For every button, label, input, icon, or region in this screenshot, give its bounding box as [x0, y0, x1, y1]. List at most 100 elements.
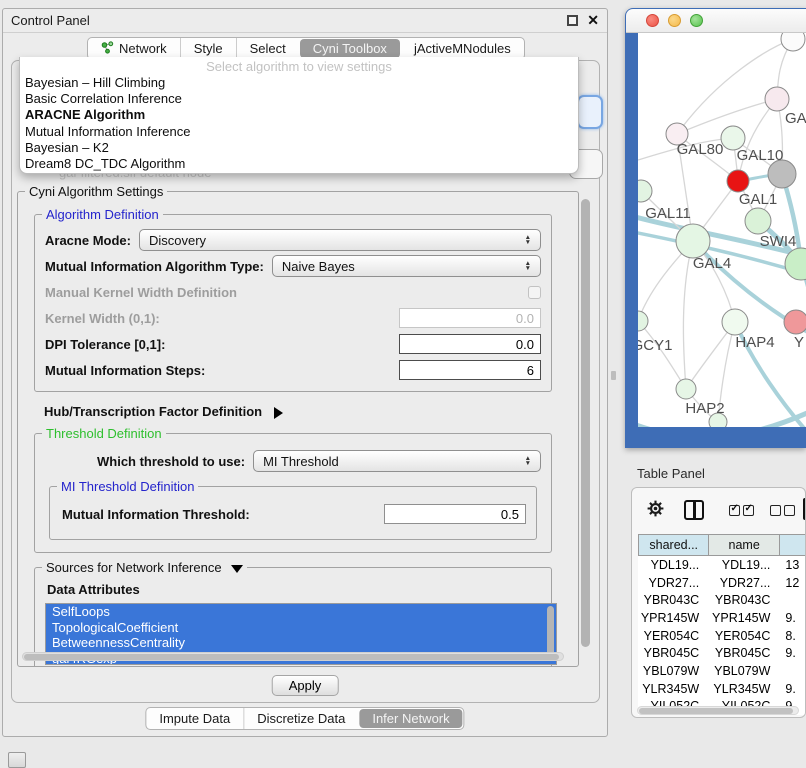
- settings-vertical-scrollbar[interactable]: [581, 199, 590, 647]
- network-window-titlebar[interactable]: [626, 9, 806, 33]
- table-cell: YBR043C: [709, 593, 780, 607]
- tab-impute-data[interactable]: Impute Data: [146, 708, 243, 729]
- panel-divider-grip[interactable]: [611, 371, 616, 380]
- table-cell: YBR045C: [638, 646, 709, 660]
- network-canvas-svg[interactable]: GALGAL80GAL10GAL1GAL11SWI4GAL4GCY1HAP4YH…: [638, 33, 806, 427]
- tab-discretize-data[interactable]: Discretize Data: [243, 708, 358, 729]
- tab-network[interactable]: Network: [88, 38, 180, 59]
- network-node[interactable]: [727, 170, 749, 192]
- threshold-definition-group: Threshold Definition Which threshold to …: [34, 433, 552, 553]
- network-node[interactable]: [676, 379, 696, 399]
- table-horizontal-scrollbar[interactable]: [637, 706, 799, 715]
- mi-threshold-input[interactable]: [384, 504, 526, 524]
- algorithm-dropdown[interactable]: Select algorithm to view settings Bayesi…: [19, 57, 579, 174]
- table-row[interactable]: YLR345WYLR345W9.: [638, 680, 806, 698]
- network-node[interactable]: [745, 208, 771, 234]
- column-header-clipped[interactable]: [780, 535, 806, 555]
- tab-infer-network[interactable]: Infer Network: [359, 709, 462, 728]
- network-canvas[interactable]: GALGAL80GAL10GAL1GAL11SWI4GAL4GCY1HAP4YH…: [638, 33, 806, 427]
- table-hscroll-thumb[interactable]: [639, 708, 793, 714]
- table-cell: YDL19...: [709, 558, 780, 572]
- which-threshold-label: Which threshold to use:: [97, 454, 245, 469]
- aracne-mode-value: Discovery: [149, 233, 206, 248]
- checked-box-icon: [729, 505, 740, 516]
- column-header-shared[interactable]: shared...: [639, 535, 709, 555]
- combo-stepper-icon: [517, 456, 531, 467]
- mi-steps-label: Mutual Information Steps:: [45, 363, 205, 378]
- table-row[interactable]: YBL079WYBL079W: [638, 662, 806, 680]
- table-row[interactable]: YDR27...YDR27...12: [638, 574, 806, 592]
- mi-type-row: Mutual Information Algorithm Type: Naive…: [45, 255, 541, 277]
- network-node[interactable]: [781, 33, 805, 51]
- table-row[interactable]: YDL19...YDL19...13: [638, 556, 806, 574]
- tab-jactivemnodules[interactable]: jActiveMNodules: [401, 38, 524, 59]
- window-controls: ✕: [567, 15, 599, 26]
- dpi-tolerance-input[interactable]: [399, 334, 541, 354]
- columns-icon[interactable]: [684, 500, 704, 520]
- network-node[interactable]: [638, 311, 648, 331]
- algorithm-option-bayesian-k2[interactable]: Bayesian – K2: [20, 140, 578, 156]
- minimized-panel-chip[interactable]: [8, 752, 26, 768]
- algorithm-option-bayesian-hill-climbing[interactable]: Bayesian – Hill Climbing: [20, 75, 578, 91]
- node-label-swi4: SWI4: [760, 233, 797, 250]
- mi-type-combo[interactable]: Naive Bayes: [272, 255, 541, 277]
- float-window-icon[interactable]: [567, 15, 578, 26]
- attribute-item-selfloops[interactable]: SelfLoops: [46, 604, 556, 620]
- hidden-combo-spinner-fragment: [577, 95, 603, 129]
- table-cell: 13: [780, 558, 806, 572]
- window-title: Control Panel: [11, 13, 90, 28]
- column-header-name[interactable]: name: [709, 535, 779, 555]
- table-row[interactable]: YBR043CYBR043C: [638, 591, 806, 609]
- node-label-gal4: GAL4: [693, 255, 731, 272]
- table-cell: 12: [780, 576, 806, 590]
- kernel-width-input[interactable]: [399, 308, 541, 328]
- close-window-icon[interactable]: ✕: [587, 15, 599, 26]
- tab-cyni-toolbox[interactable]: Cyni Toolbox: [300, 39, 400, 58]
- mi-threshold-definition-group: MI Threshold Definition Mutual Informati…: [49, 486, 537, 540]
- attribute-item-topologicalcoefficient[interactable]: TopologicalCoefficient: [46, 620, 556, 636]
- table-row[interactable]: YER054CYER054C8.: [638, 627, 806, 645]
- settings-hscroll-thumb[interactable]: [24, 654, 559, 660]
- algorithm-list: Bayesian – Hill ClimbingBasic Correlatio…: [20, 75, 578, 172]
- which-threshold-combo[interactable]: MI Threshold: [253, 450, 541, 472]
- network-node[interactable]: [765, 87, 789, 111]
- dpi-tolerance-row: DPI Tolerance [0,1]:: [45, 333, 541, 355]
- settings-horizontal-scrollbar[interactable]: [22, 652, 564, 661]
- tab-label: Impute Data: [159, 711, 230, 726]
- mac-zoom-button[interactable]: [690, 14, 703, 27]
- table-row[interactable]: YBR045CYBR045C9.: [638, 644, 806, 662]
- network-node[interactable]: [722, 309, 748, 335]
- algorithm-option-aracne-algorithm[interactable]: ARACNE Algorithm: [20, 107, 578, 123]
- table-cell: YBL079W: [709, 664, 780, 678]
- select-all-icon[interactable]: [729, 505, 754, 516]
- algorithm-option-mutual-information-inference[interactable]: Mutual Information Inference: [20, 124, 578, 140]
- network-node[interactable]: [768, 160, 796, 188]
- tab-style[interactable]: Style: [180, 38, 236, 59]
- deselect-all-icon[interactable]: [770, 505, 795, 516]
- attribute-item-betweennesscentrality[interactable]: BetweennessCentrality: [46, 635, 556, 651]
- sources-title-wrap: Sources for Network Inference: [42, 560, 247, 575]
- gear-icon[interactable]: [646, 499, 665, 521]
- mac-minimize-button[interactable]: [668, 14, 681, 27]
- network-node[interactable]: [676, 224, 710, 258]
- which-threshold-value: MI Threshold: [263, 454, 339, 469]
- table-cell: YDR27...: [709, 576, 780, 590]
- algorithm-option-basic-correlation-inference[interactable]: Basic Correlation Inference: [20, 91, 578, 107]
- manual-kernel-row: Manual Kernel Width Definition: [45, 281, 541, 303]
- mac-close-button[interactable]: [646, 14, 659, 27]
- mi-steps-input[interactable]: [399, 360, 541, 380]
- aracne-mode-combo[interactable]: Discovery: [139, 229, 541, 251]
- table-row[interactable]: YPR145WYPR145W9.: [638, 609, 806, 627]
- apply-button[interactable]: Apply: [272, 675, 339, 696]
- combo-stepper-icon: [517, 261, 531, 272]
- hub-definition-label: Hub/Transcription Factor Definition: [44, 404, 262, 419]
- network-view-window[interactable]: GALGAL80GAL10GAL1GAL11SWI4GAL4GCY1HAP4YH…: [625, 8, 806, 448]
- network-node[interactable]: [638, 180, 652, 202]
- manual-kernel-checkbox[interactable]: [528, 286, 541, 299]
- tab-select[interactable]: Select: [236, 38, 299, 59]
- network-node[interactable]: [784, 310, 806, 334]
- hub-definition-expander[interactable]: Hub/Transcription Factor Definition: [44, 404, 568, 419]
- collapse-down-icon[interactable]: [231, 565, 243, 573]
- algorithm-option-dream8-dc-tdc-algorithm[interactable]: Dream8 DC_TDC Algorithm: [20, 156, 578, 172]
- algorithm-definition-title: Algorithm Definition: [42, 207, 163, 222]
